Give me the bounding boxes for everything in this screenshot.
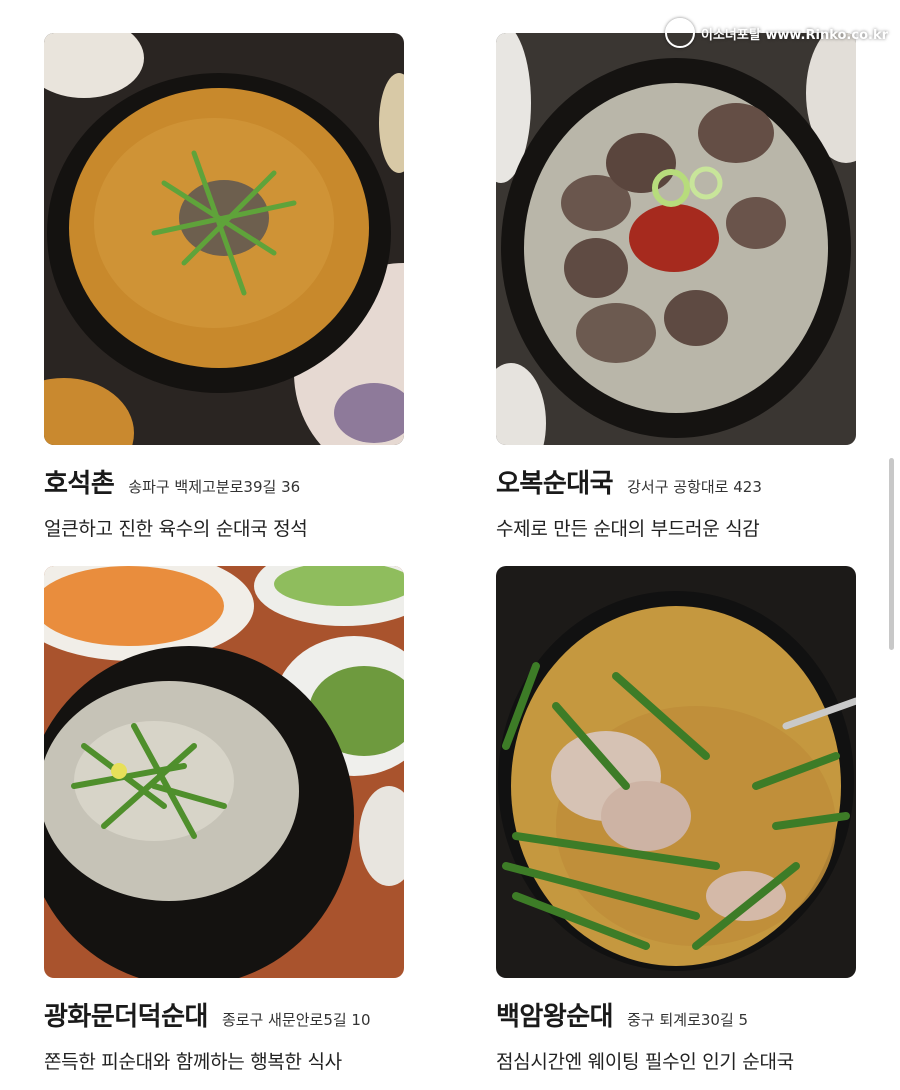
milky-sundae-soup-photo[interactable] bbox=[44, 566, 404, 978]
restaurant-description: 쫀득한 피순대와 함께하는 행복한 식사 bbox=[44, 1051, 342, 1073]
restaurant-name[interactable]: 광화문더덕순대 bbox=[44, 996, 208, 1033]
clear-sundae-soup-photo[interactable] bbox=[496, 33, 856, 445]
restaurant-name[interactable]: 오복순대국 bbox=[496, 463, 614, 500]
chive-sundae-soup-photo[interactable] bbox=[496, 566, 856, 978]
restaurant-description: 얼큰하고 진한 육수의 순대국 정석 bbox=[44, 518, 308, 540]
restaurant-name[interactable]: 백암왕순대 bbox=[496, 996, 614, 1033]
restaurant-address: 강서구 공항대로 423 bbox=[627, 478, 762, 496]
spicy-sundae-soup-photo[interactable] bbox=[44, 33, 404, 445]
watermark-text: 이소녀포탈 www.Rinko.co.kr bbox=[701, 27, 888, 43]
vertical-scrollbar[interactable] bbox=[889, 458, 894, 650]
restaurant-description: 수제로 만든 순대의 부드러운 식감 bbox=[496, 518, 760, 540]
restaurant-card-4[interactable]: 백암왕순대 중구 퇴계로30길 5 점심시간엔 웨이팅 필수인 인기 순대국 bbox=[496, 566, 856, 1074]
restaurant-address: 종로구 새문안로5길 10 bbox=[221, 1011, 371, 1029]
watermark: 이소녀포탈 www.Rinko.co.kr bbox=[665, 18, 888, 48]
restaurant-address: 송파구 백제고분로39길 36 bbox=[128, 478, 301, 496]
restaurant-description: 점심시간엔 웨이팅 필수인 인기 순대국 bbox=[496, 1051, 794, 1073]
restaurant-card-1[interactable]: 호석촌 송파구 백제고분로39길 36 얼큰하고 진한 육수의 순대국 정석 bbox=[44, 33, 404, 541]
restaurant-card-3[interactable]: 광화문더덕순대 종로구 새문안로5길 10 쫀득한 피순대와 함께하는 행복한 … bbox=[44, 566, 404, 1074]
restaurant-name[interactable]: 호석촌 bbox=[44, 463, 115, 500]
restaurant-card-2[interactable]: 오복순대국 강서구 공항대로 423 수제로 만든 순대의 부드러운 식감 bbox=[496, 33, 856, 541]
restaurant-address: 중구 퇴계로30길 5 bbox=[627, 1011, 749, 1029]
watermark-logo-icon bbox=[665, 18, 696, 48]
